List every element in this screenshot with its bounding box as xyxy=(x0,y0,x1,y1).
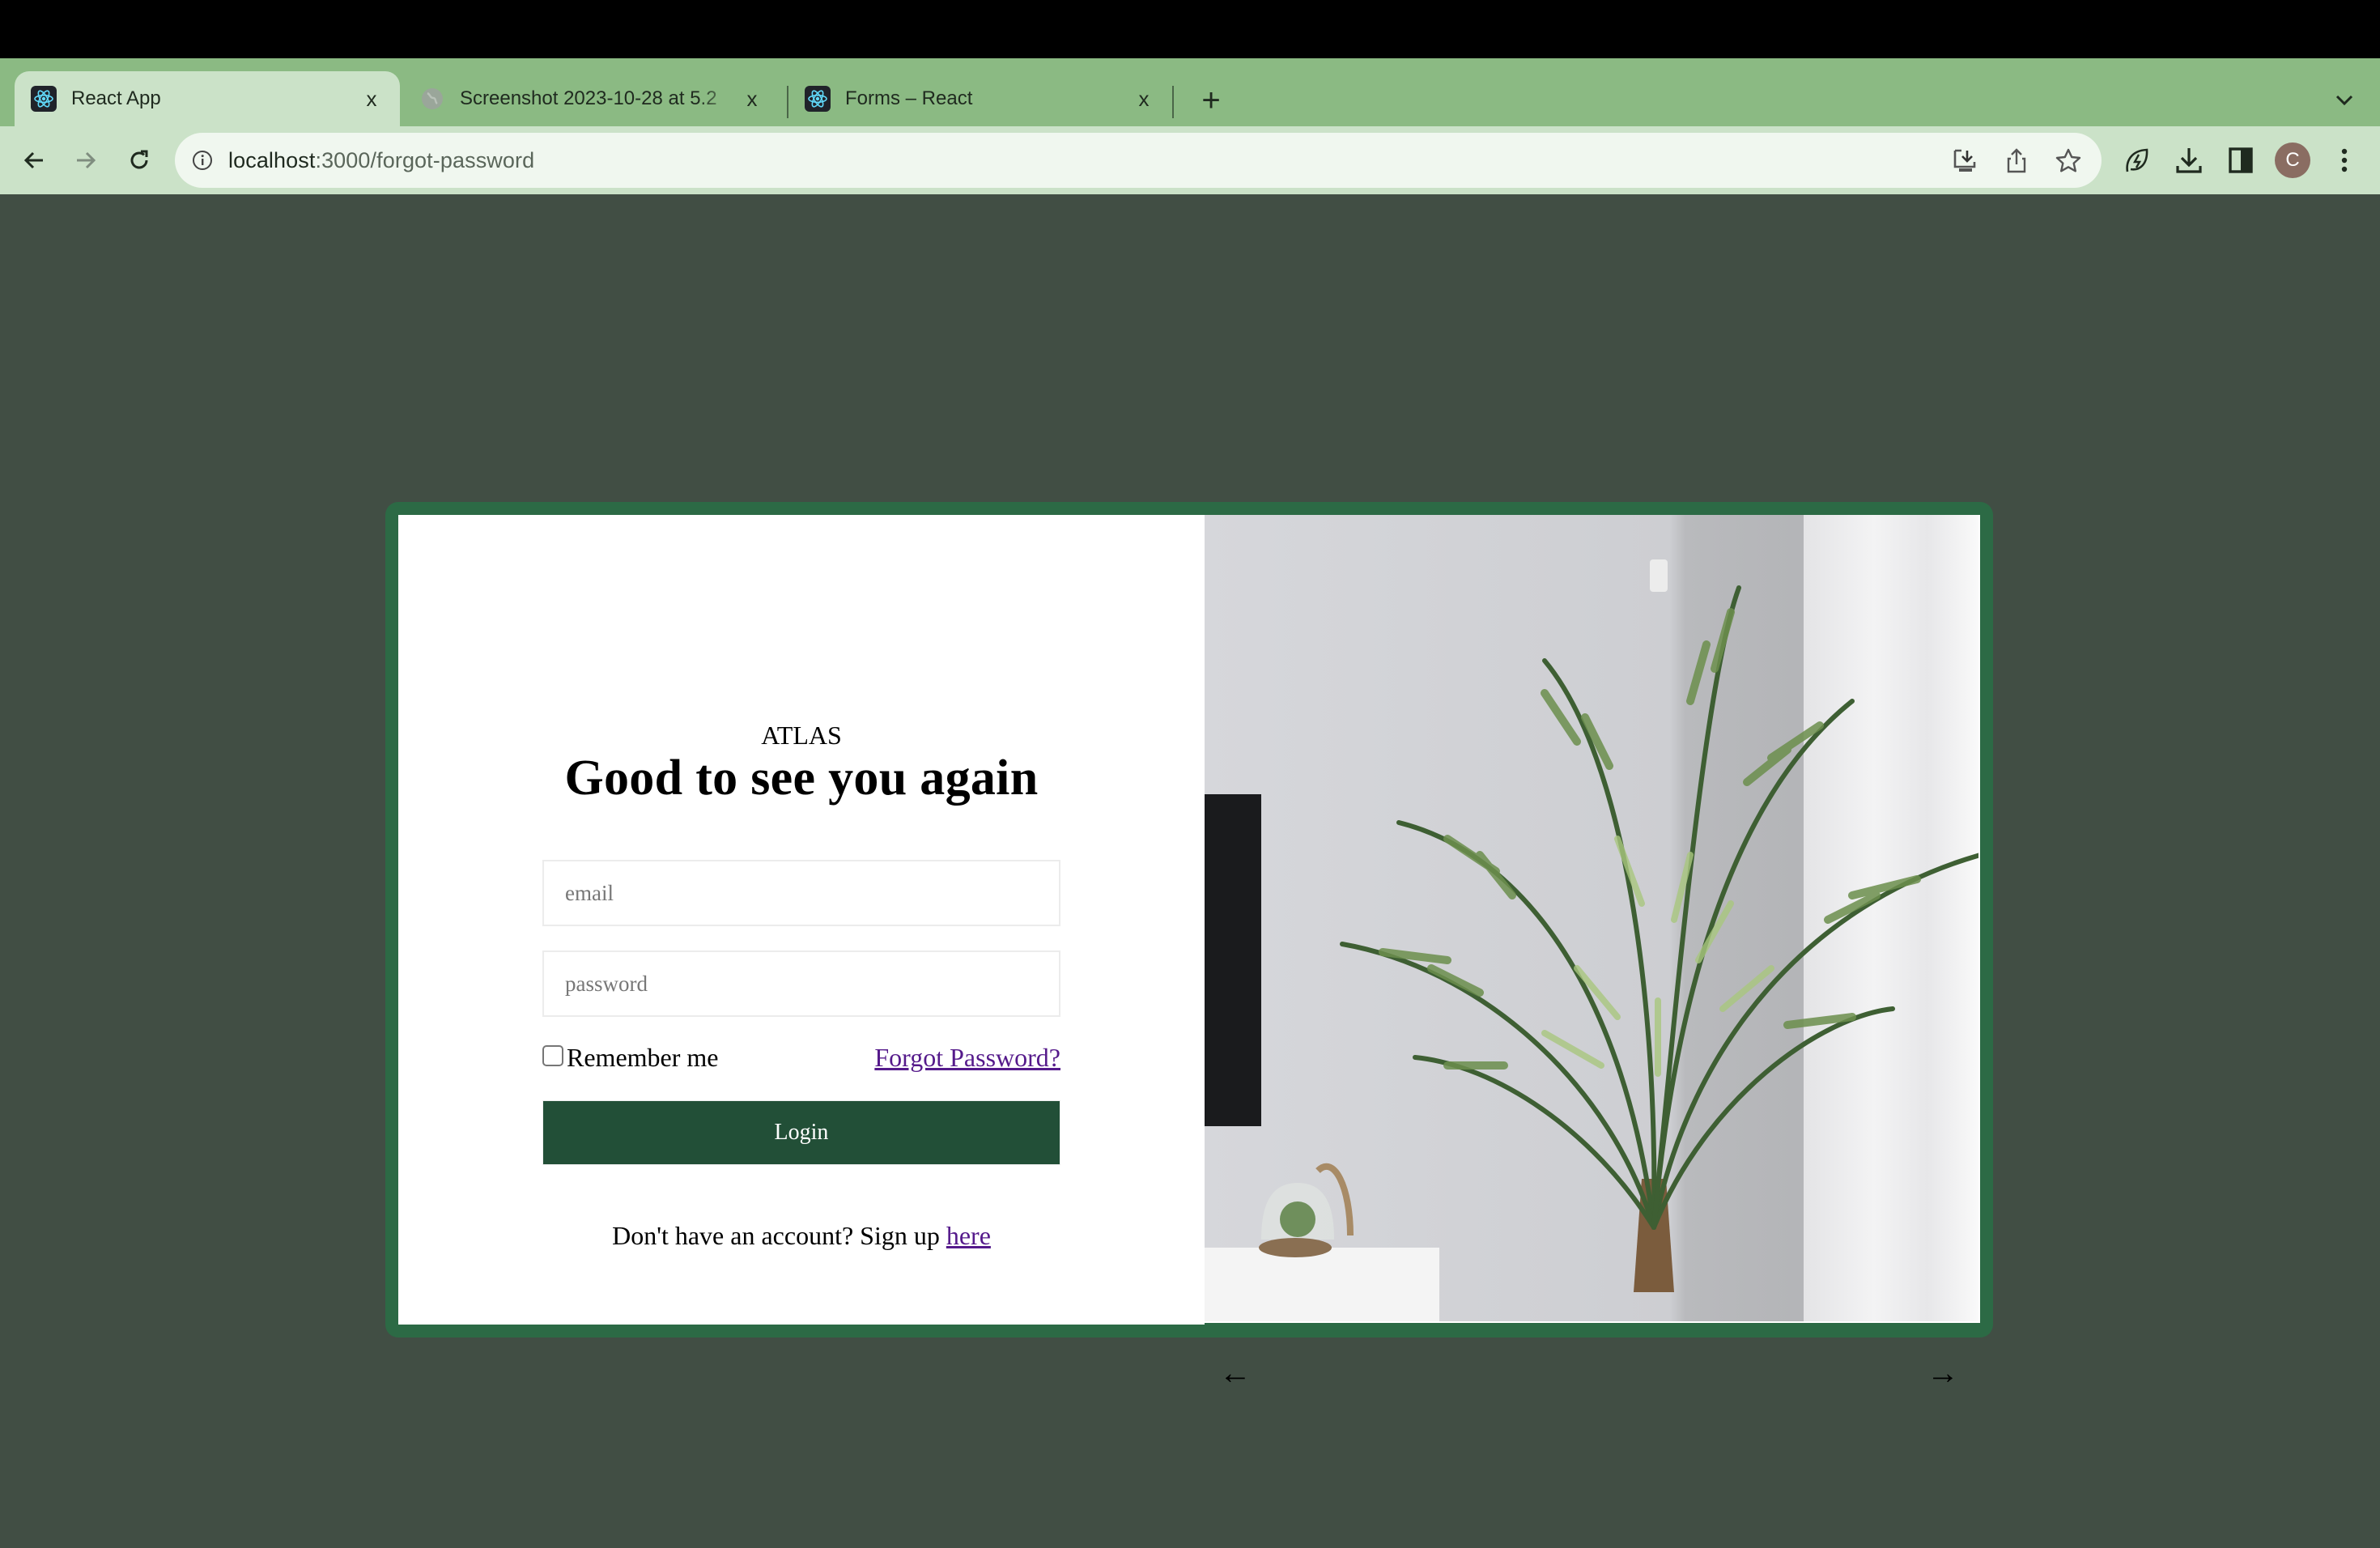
email-field[interactable] xyxy=(542,860,1060,926)
tab-react-app[interactable]: React App x xyxy=(15,71,400,126)
carousel-prev-arrow[interactable]: ← xyxy=(1219,1357,1252,1389)
remember-me[interactable]: Remember me xyxy=(542,1043,718,1073)
tv-screen xyxy=(1205,794,1261,1126)
react-icon xyxy=(31,86,57,112)
login-panel: ATLAS Good to see you again Remember me … xyxy=(398,515,1205,1325)
react-icon xyxy=(805,86,831,112)
url-host: localhost xyxy=(228,147,316,172)
browser-toolbar: localhost:3000/forgot-password C xyxy=(0,126,2380,194)
page-title: Good to see you again xyxy=(564,751,1039,806)
address-bar[interactable]: localhost:3000/forgot-password xyxy=(175,133,2102,188)
plant-photo-illustration xyxy=(1205,515,1978,1321)
share-icon[interactable] xyxy=(2000,144,2034,178)
back-button[interactable] xyxy=(16,142,52,178)
downloads-icon[interactable] xyxy=(2171,142,2207,178)
close-icon[interactable]: x xyxy=(740,87,764,111)
reload-button[interactable] xyxy=(121,142,157,178)
tab-search-chevron-icon[interactable] xyxy=(2330,86,2359,115)
site-info-icon[interactable] xyxy=(191,149,214,172)
signup-text: Don't have an account? Sign up xyxy=(612,1221,946,1250)
avatar: C xyxy=(2275,142,2310,178)
url-path: :3000/forgot-password xyxy=(315,147,535,172)
hero-image-plant xyxy=(1205,515,1980,1323)
tab-separator xyxy=(787,86,788,118)
energy-saver-leaf-icon[interactable] xyxy=(2119,142,2155,178)
arrow-right-icon xyxy=(77,151,96,169)
password-field[interactable] xyxy=(542,950,1060,1017)
wall-sensor xyxy=(1650,559,1668,592)
new-tab-button[interactable]: + xyxy=(1195,83,1227,118)
reload-icon xyxy=(130,150,148,169)
forgot-password-link[interactable]: Forgot Password? xyxy=(874,1043,1060,1073)
tab-title: React App xyxy=(71,87,161,109)
tab-strip: React App x Screenshot 2023-10-28 at 5.2… xyxy=(0,58,2380,126)
signup-link[interactable]: here xyxy=(946,1221,991,1250)
remember-me-label: Remember me xyxy=(567,1043,719,1072)
profile-avatar[interactable]: C xyxy=(2275,142,2310,178)
browser-menu-icon[interactable] xyxy=(2327,142,2362,178)
tab-separator xyxy=(1172,86,1174,118)
side-panel-icon[interactable] xyxy=(2223,142,2259,178)
address-bar-actions xyxy=(1948,144,2085,178)
close-icon[interactable]: x xyxy=(359,87,384,111)
tab-forms-react[interactable]: Forms – React x xyxy=(805,71,1167,126)
tab-title: Forms – React xyxy=(845,87,973,109)
install-app-icon[interactable] xyxy=(1948,144,1982,178)
bookmark-star-icon[interactable] xyxy=(2051,144,2085,178)
signup-prompt: Don't have an account? Sign up here xyxy=(542,1221,1060,1251)
tab-title: Screenshot 2023-10-28 at 5.2 xyxy=(460,87,717,109)
close-icon[interactable]: x xyxy=(1132,87,1156,111)
carousel-next-arrow[interactable]: → xyxy=(1927,1357,1959,1389)
login-button[interactable]: Login xyxy=(542,1100,1060,1165)
screen-top-bar xyxy=(0,0,2380,58)
globe-icon xyxy=(419,86,445,112)
brand-name: ATLAS xyxy=(761,721,842,750)
url-text[interactable]: localhost:3000/forgot-password xyxy=(228,148,534,173)
remember-me-checkbox[interactable] xyxy=(542,1044,563,1066)
tab-screenshot[interactable]: Screenshot 2023-10-28 at 5.2 x xyxy=(416,71,776,126)
forward-button[interactable] xyxy=(68,142,104,178)
arrow-left-icon xyxy=(23,151,43,169)
